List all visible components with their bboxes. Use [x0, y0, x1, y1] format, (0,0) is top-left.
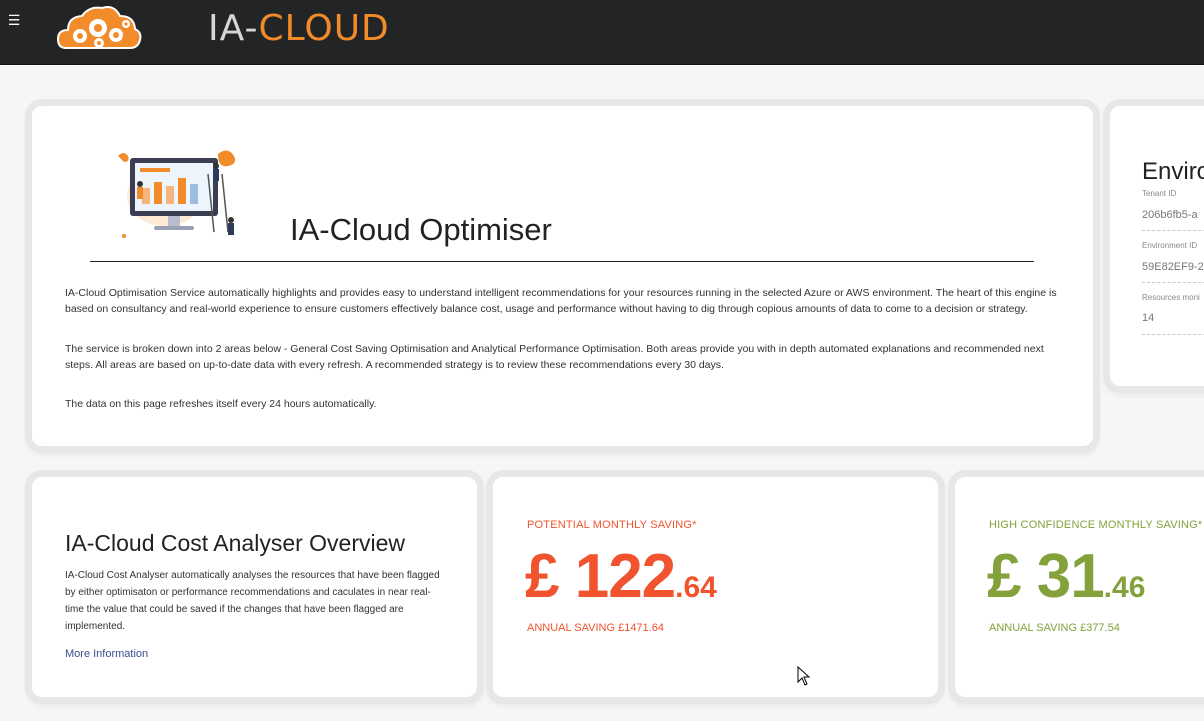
hamburger-menu-icon[interactable]: ☰ [6, 10, 22, 30]
environment-title: Enviro [1142, 158, 1204, 185]
monitor-dashboard-illustration [118, 150, 236, 238]
potential-saving-panel: POTENTIAL MONTHLY SAVING* £ 122.64 ANNUA… [493, 477, 938, 697]
page-title: IA-Cloud Optimiser [290, 212, 552, 247]
high-confidence-amount-minor: .46 [1103, 571, 1146, 604]
high-confidence-saving-amount: £ 31.46 [987, 541, 1145, 612]
more-information-link[interactable]: More Information [65, 648, 148, 660]
environment-panel: Enviro Tenant ID 206b6fb5-a Environment … [1110, 106, 1204, 386]
potential-saving-amount-minor: .64 [675, 571, 717, 604]
potential-saving-label: POTENTIAL MONTHLY SAVING* [527, 519, 697, 531]
title-divider [90, 261, 1034, 262]
logo-text-cloud: CLOUD [258, 8, 390, 49]
environment-id-label: Environment ID [1142, 241, 1198, 250]
potential-annual-saving: ANNUAL SAVING £1471.64 [527, 622, 664, 634]
potential-saving-amount: £ 122.64 [525, 541, 717, 612]
field-divider [1142, 230, 1204, 231]
overview-description: IA-Cloud Cost Analyser automatically ana… [65, 570, 440, 632]
intro-paragraph-3: The data on this page refreshes itself e… [65, 398, 377, 410]
optimiser-intro-panel: IA-Cloud Optimiser IA-Cloud Optimisation… [32, 106, 1093, 446]
resources-monitored-label: Resources moni [1142, 293, 1200, 302]
high-confidence-annual-saving: ANNUAL SAVING £377.54 [989, 622, 1120, 634]
tenant-id-label: Tenant ID [1142, 189, 1177, 198]
logo-text-ia: IA- [208, 8, 259, 49]
logo[interactable]: IA-CLOUD [56, 2, 389, 54]
field-divider [1142, 334, 1204, 335]
overview-title: IA-Cloud Cost Analyser Overview [65, 530, 406, 556]
intro-paragraph-1: IA-Cloud Optimisation Service automatica… [65, 287, 1057, 315]
high-confidence-amount-major: £ 31 [987, 542, 1105, 611]
tenant-id-value: 206b6fb5-a [1142, 209, 1198, 221]
cloud-gears-logo-icon [56, 6, 142, 49]
top-navigation-bar: ☰ IA-CLOUD [0, 0, 1204, 65]
intro-paragraph-2: The service is broken down into 2 areas … [65, 343, 1044, 371]
field-divider [1142, 282, 1204, 283]
potential-saving-amount-major: £ 122 [525, 542, 676, 611]
high-confidence-saving-panel: HIGH CONFIDENCE MONTHLY SAVING* £ 31.46 … [955, 477, 1204, 697]
logo-text: IA-CLOUD [208, 6, 390, 52]
mouse-pointer-icon [797, 666, 811, 686]
resources-monitored-value: 14 [1142, 312, 1155, 324]
cost-analyser-overview-panel: IA-Cloud Cost Analyser Overview IA-Cloud… [32, 477, 477, 697]
environment-id-value: 59E82EF9-2 [1142, 261, 1204, 273]
high-confidence-saving-label: HIGH CONFIDENCE MONTHLY SAVING* [989, 519, 1203, 531]
